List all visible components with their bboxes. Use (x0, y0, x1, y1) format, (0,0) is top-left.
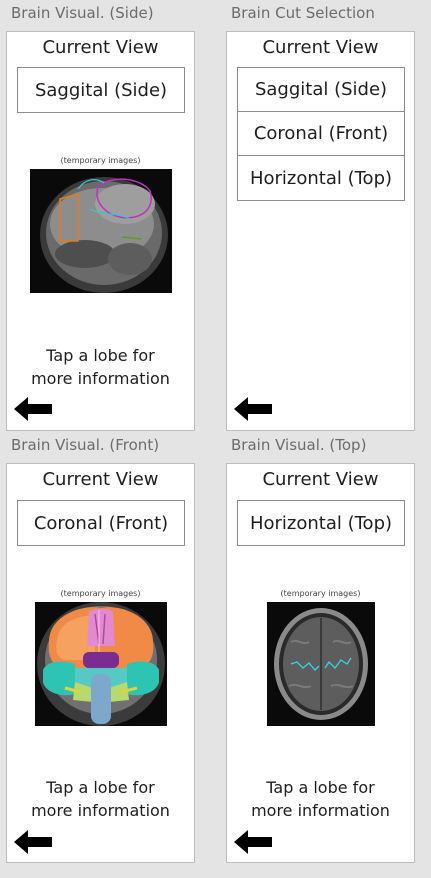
back-arrow-icon[interactable] (14, 397, 52, 421)
view-select-button[interactable]: Coronal (Front) (17, 500, 185, 546)
back-arrow-icon[interactable] (234, 397, 272, 421)
screen-caption-top: Brain Visual. (Top) (231, 436, 367, 454)
hint-line-2: more information (251, 801, 390, 820)
option-coronal-button[interactable]: Coronal (Front) (237, 111, 405, 156)
screen-top: Current View Horizontal (Top) (temporary… (226, 463, 415, 863)
screen-front: Current View Coronal (Front) (temporary … (6, 463, 195, 863)
brain-horizontal-drawing (267, 602, 375, 726)
option-sagittal-button[interactable]: Saggital (Side) (237, 67, 405, 112)
temporary-images-note: (temporary images) (280, 589, 361, 598)
current-view-title: Current View (42, 469, 159, 490)
current-view-title: Current View (42, 37, 159, 58)
tap-lobe-hint: Tap a lobe for more information (7, 344, 194, 390)
screen-caption-front: Brain Visual. (Front) (11, 436, 160, 454)
brain-sagittal-drawing (30, 169, 172, 293)
temporary-images-note: (temporary images) (60, 156, 141, 165)
brain-sagittal-image[interactable] (30, 169, 172, 293)
screen-side: Current View Saggital (Side) (temporary … (6, 31, 195, 431)
back-arrow-icon[interactable] (14, 830, 52, 854)
hint-line-1: Tap a lobe for (46, 778, 155, 797)
hint-line-1: Tap a lobe for (266, 778, 375, 797)
hint-line-2: more information (31, 369, 170, 388)
back-arrow-icon[interactable] (234, 830, 272, 854)
hint-line-2: more information (31, 801, 170, 820)
current-view-title: Current View (262, 37, 379, 58)
view-select-button[interactable]: Saggital (Side) (17, 67, 185, 113)
brain-coronal-image[interactable] (35, 602, 167, 726)
option-horizontal-button[interactable]: Horizontal (Top) (237, 155, 405, 201)
screen-selection: Current View Saggital (Side) Coronal (Fr… (226, 31, 415, 431)
tap-lobe-hint: Tap a lobe for more information (227, 776, 414, 822)
screen-caption-selection: Brain Cut Selection (231, 4, 375, 22)
tap-lobe-hint: Tap a lobe for more information (7, 776, 194, 822)
temporary-images-note: (temporary images) (60, 589, 141, 598)
screen-caption-side: Brain Visual. (Side) (11, 4, 154, 22)
view-select-button[interactable]: Horizontal (Top) (237, 500, 405, 546)
brain-coronal-drawing (35, 602, 167, 726)
hint-line-1: Tap a lobe for (46, 346, 155, 365)
current-view-title: Current View (262, 469, 379, 490)
brain-horizontal-image[interactable] (267, 602, 375, 726)
